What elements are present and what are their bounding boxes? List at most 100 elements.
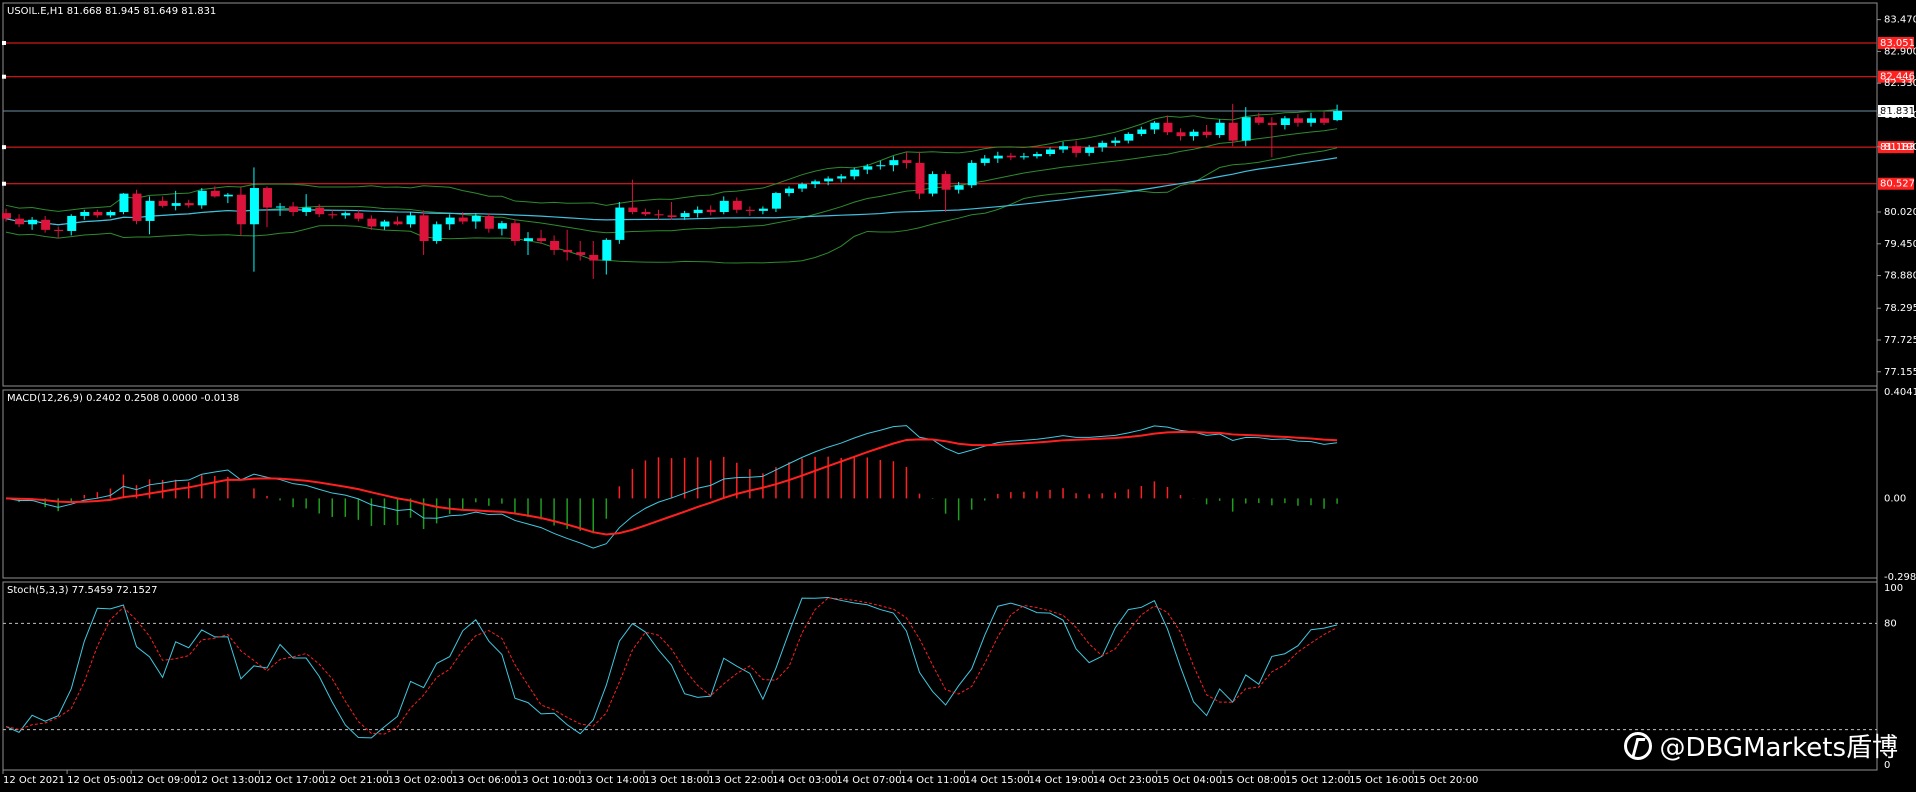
candle-body: [184, 203, 194, 206]
candle-body: [119, 193, 129, 213]
candle-body: [302, 207, 312, 213]
time-axis-label: 14 Oct 23:00: [1093, 775, 1158, 786]
candle-body: [1267, 122, 1277, 126]
candle-body: [628, 207, 638, 213]
candle-body: [915, 162, 925, 194]
candle-body: [1293, 118, 1303, 123]
candle-body: [1307, 118, 1316, 123]
candle-body: [1150, 122, 1160, 130]
candle-body: [771, 193, 781, 209]
candle-body: [667, 215, 677, 218]
candle-body: [367, 218, 377, 227]
candle-body: [563, 249, 573, 253]
price-axis-tick-label: 81.190: [1884, 142, 1916, 153]
candle-body: [993, 155, 1003, 159]
candle-body: [1280, 118, 1290, 126]
price-axis-tick-label: 80.020: [1884, 207, 1916, 218]
candle-body: [1006, 155, 1016, 158]
candle-body: [1032, 154, 1042, 157]
price-axis-tick-label: 82.900: [1884, 46, 1916, 57]
macd-indicator: [5, 425, 1338, 549]
price-levels: 83.05182.44681.18380.52781.831: [2, 36, 1915, 190]
candle-body: [328, 214, 338, 216]
candle-body: [419, 215, 429, 242]
time-axis-label: 12 Oct 2021: [3, 775, 65, 786]
price-level-handle: [2, 145, 6, 150]
candle-body: [484, 215, 494, 229]
watermark: @DBGMarkets盾博: [1623, 727, 1898, 764]
chart-svg[interactable]: 83.05182.44681.18380.52781.831 83.470 82.…: [0, 0, 1916, 792]
candle-body: [15, 218, 25, 225]
macd-panel-border: [2, 389, 1878, 579]
time-axis-label: 12 Oct 17:00: [259, 775, 324, 786]
candle-body: [28, 219, 38, 225]
candle-body: [706, 209, 716, 213]
time-axis-label: 14 Oct 11:00: [900, 775, 965, 786]
candle-body: [315, 207, 325, 215]
macd-axis-label: 0.00: [1884, 493, 1906, 504]
stoch-title: Stoch(5,3,3) 77.5459 72.1527: [7, 585, 158, 596]
price-axis-tick-label: 79.450: [1884, 239, 1916, 250]
candle-body: [1163, 122, 1173, 133]
candle-body: [210, 190, 220, 197]
candle-body: [758, 208, 768, 211]
price-axis-tick-label: 82.330: [1884, 78, 1916, 89]
candle-body: [1046, 149, 1055, 155]
candle-body: [393, 221, 403, 225]
price-axis-tick-label: 77.725: [1884, 335, 1916, 346]
time-axis-label: 13 Oct 18:00: [644, 775, 709, 786]
candle-body: [1072, 146, 1082, 153]
candle-body: [811, 181, 821, 185]
candle-body: [837, 176, 847, 179]
candle-body: [941, 174, 951, 190]
time-axis-label: 12 Oct 21:00: [324, 775, 389, 786]
candle-body: [524, 238, 533, 242]
candle-body: [889, 160, 899, 166]
time-axis-label: 15 Oct 20:00: [1413, 775, 1478, 786]
candle-body: [967, 162, 977, 186]
candle-body: [732, 200, 742, 210]
candle-body: [1320, 118, 1330, 123]
time-axis-label: 13 Oct 06:00: [452, 775, 517, 786]
candle-body: [1059, 146, 1069, 150]
candle-body: [1137, 129, 1147, 134]
candle-body: [354, 213, 364, 219]
candle-body: [928, 174, 938, 194]
candle-body: [276, 206, 286, 208]
price-level-handle: [2, 74, 6, 79]
time-axis-label: 13 Oct 22:00: [708, 775, 773, 786]
candle-body: [798, 184, 808, 189]
stoch-axis-label: 80: [1884, 618, 1897, 629]
time-axis-label: 14 Oct 03:00: [772, 775, 837, 786]
candle-body: [1019, 156, 1029, 158]
candle-body: [1189, 131, 1199, 137]
candle-body: [1202, 131, 1212, 136]
axes: 83.470 82.900 82.330 81.760 81.190 80.020 79.4…: [2, 15, 1916, 786]
candle-body: [1254, 117, 1264, 123]
candle-body: [602, 239, 612, 261]
candle-body: [1215, 122, 1225, 136]
candle-body: [1111, 140, 1121, 143]
macd-axis-label: -0.2986: [1884, 572, 1916, 583]
time-axis-label: 13 Oct 10:00: [516, 775, 581, 786]
candle-body: [67, 215, 77, 231]
candle-body: [2, 213, 11, 219]
candle-body: [576, 252, 586, 255]
price-axis-tick-label: 77.155: [1884, 367, 1916, 378]
candle-body: [80, 212, 90, 216]
stoch-panel-border: [2, 581, 1878, 771]
time-axis-label: 15 Oct 16:00: [1349, 775, 1414, 786]
candle-body: [158, 200, 168, 206]
candle-body: [1333, 111, 1343, 121]
candle-body: [1241, 117, 1251, 141]
candle-body: [719, 200, 729, 213]
candle-body: [106, 212, 116, 216]
price-level-handle: [2, 181, 6, 186]
candle-body: [876, 165, 886, 167]
price-axis-tick-label: 83.470: [1884, 15, 1916, 26]
time-axis-label: 15 Oct 12:00: [1285, 775, 1350, 786]
price-level-tag-label: 80.527: [1880, 179, 1915, 190]
candle-body: [654, 214, 664, 216]
candle-body: [863, 166, 873, 170]
candle-body: [380, 221, 390, 227]
